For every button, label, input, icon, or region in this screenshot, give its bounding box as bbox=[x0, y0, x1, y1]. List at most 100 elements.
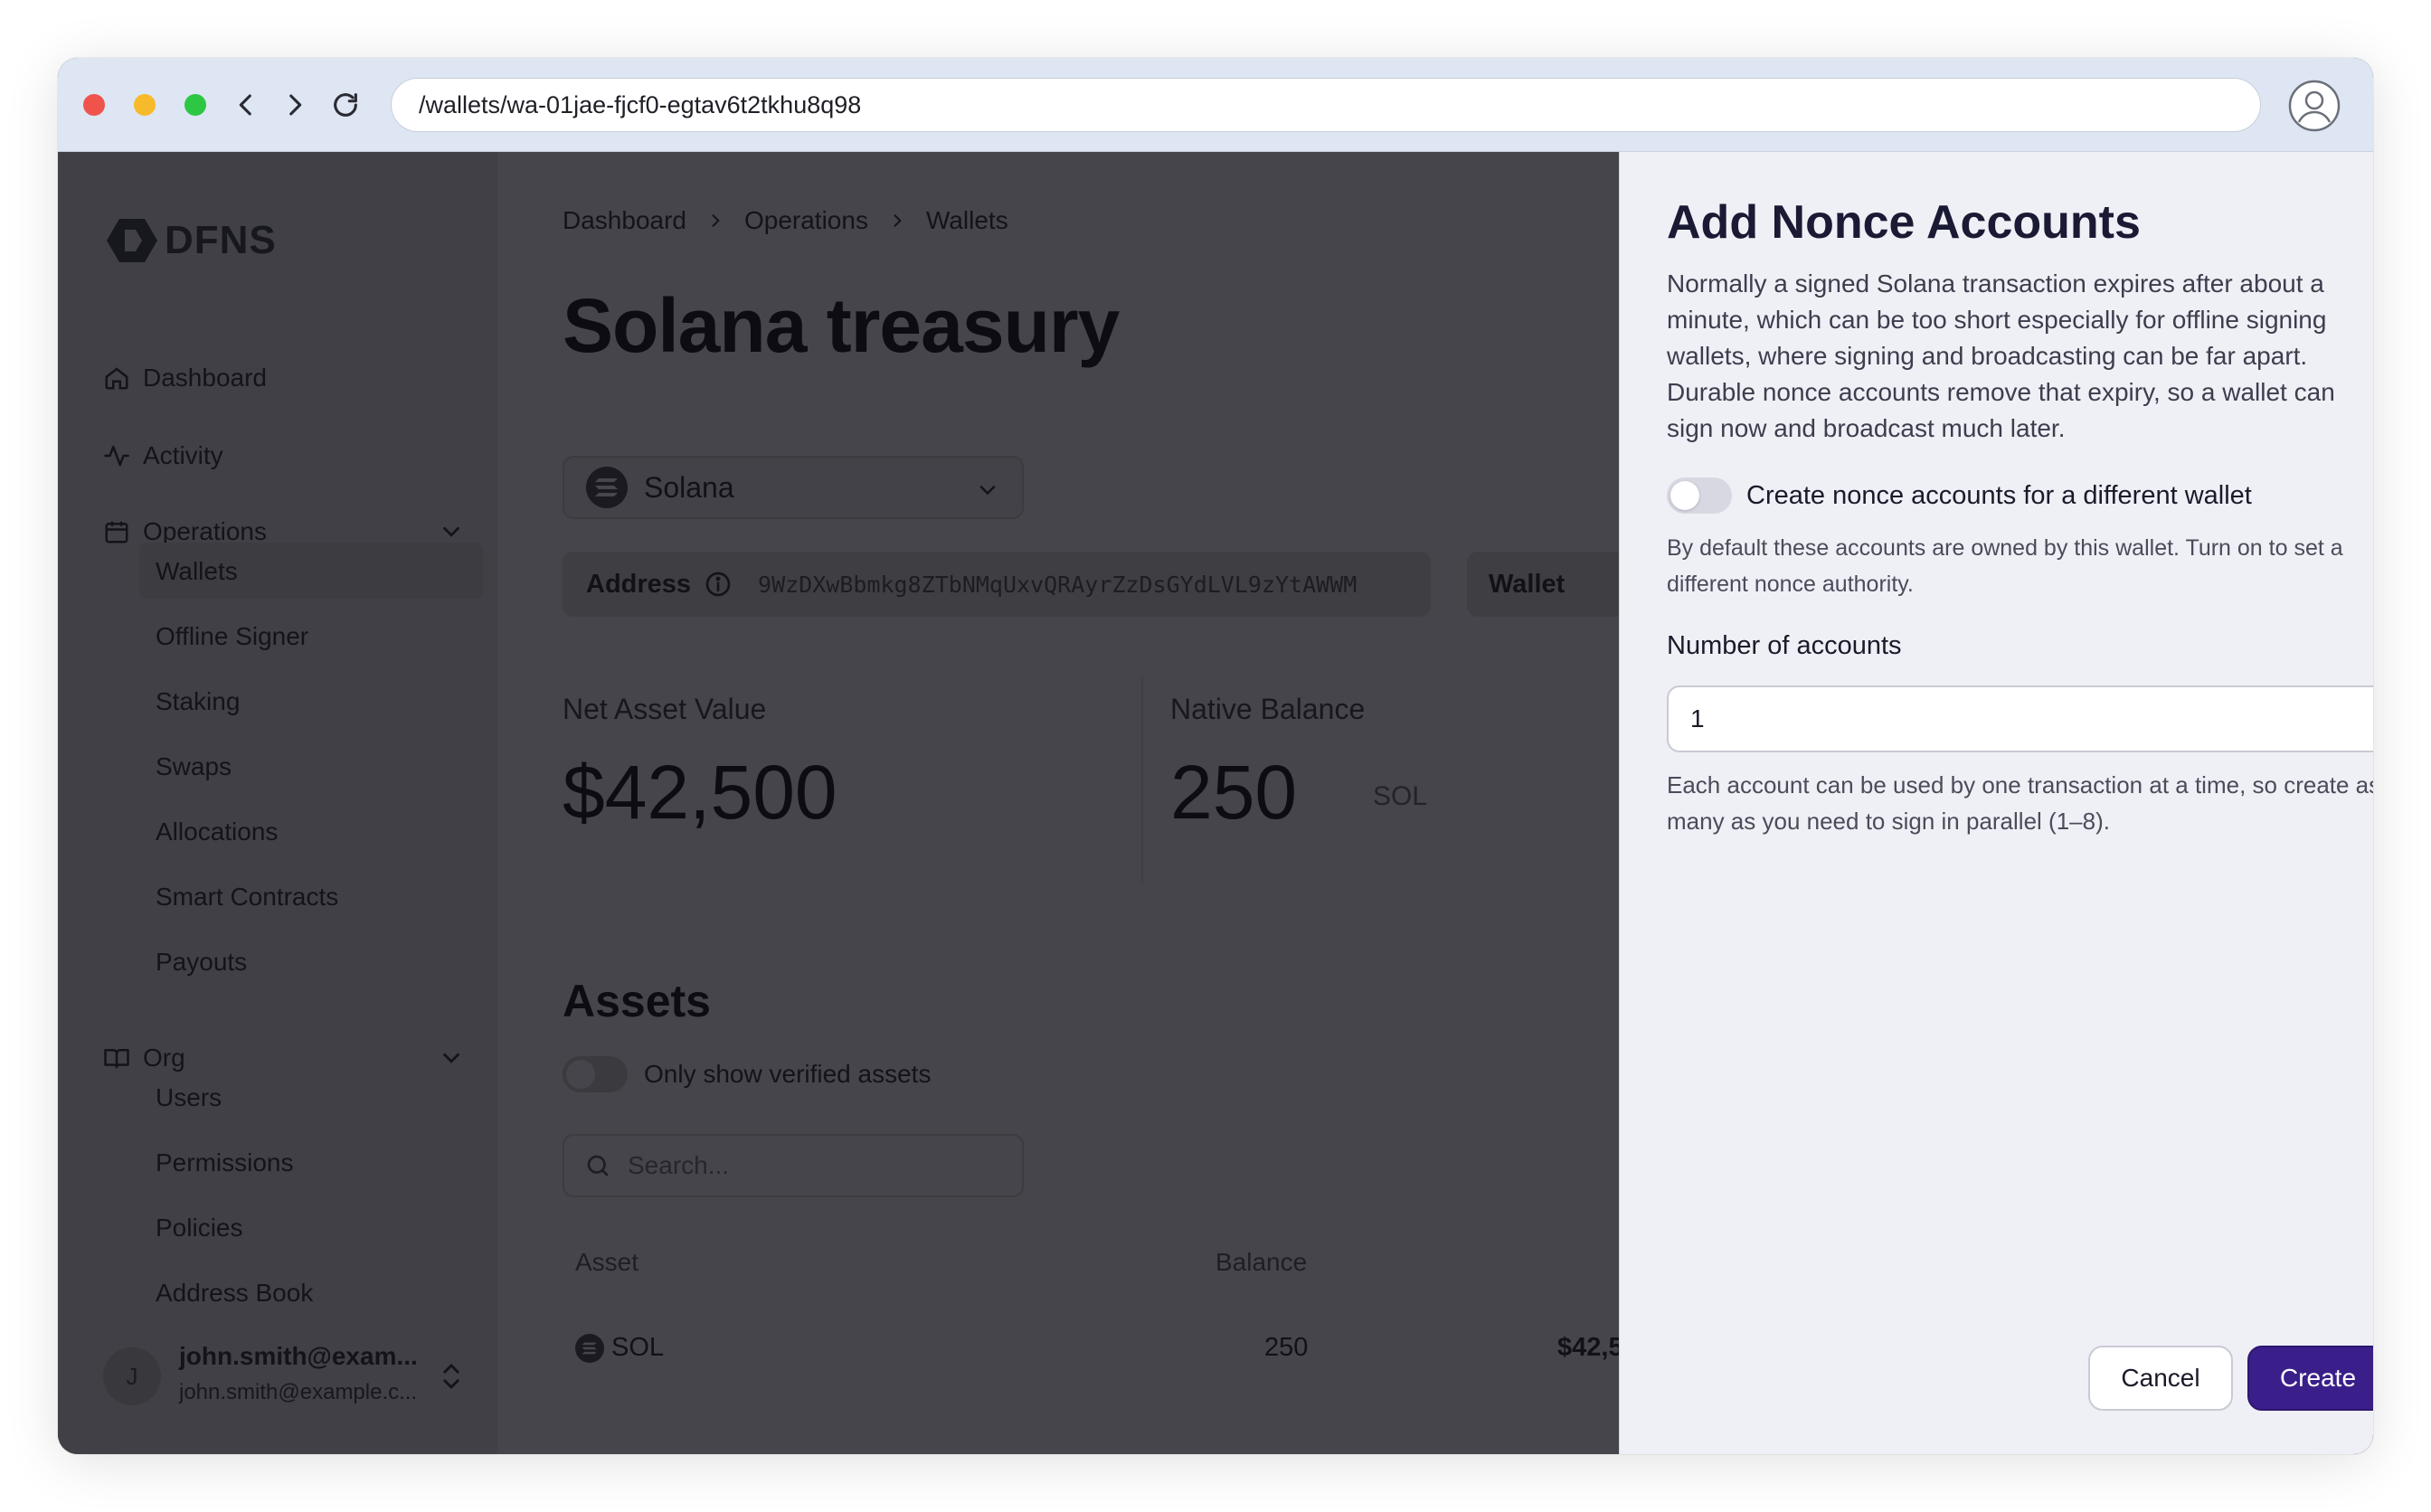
number-of-accounts-label: Number of accounts bbox=[1667, 631, 1902, 660]
chevron-right-icon bbox=[894, 214, 902, 227]
create-button[interactable]: Create bbox=[2247, 1346, 2373, 1411]
window-close-button[interactable] bbox=[83, 94, 105, 116]
drawer-description: Normally a signed Solana transaction exp… bbox=[1667, 269, 2335, 442]
user-name: john.smith@exam... bbox=[179, 1342, 418, 1370]
chevron-left-icon bbox=[239, 94, 251, 116]
sidebar-item-staking[interactable]: Staking bbox=[156, 682, 240, 722]
reload-button[interactable] bbox=[326, 85, 365, 125]
breadcrumb-dashboard[interactable]: Dashboard bbox=[563, 206, 686, 235]
table-cell-balance: 250 bbox=[1264, 1333, 1309, 1362]
address-bar[interactable]: /wallets/wa-01jae-fjcf0-egtav6t2tkhu8q98 bbox=[391, 78, 2261, 132]
activity-icon bbox=[104, 445, 129, 467]
sidebar-item-dashboard[interactable]: Dashboard bbox=[103, 358, 267, 398]
solana-logo-icon bbox=[575, 1333, 604, 1363]
sidebar-item-allocations[interactable]: Allocations bbox=[156, 812, 278, 852]
chevron-right-icon bbox=[289, 94, 302, 116]
sidebar-item-activity[interactable]: Activity bbox=[103, 436, 223, 476]
sidebar-item-wallets[interactable]: Wallets bbox=[156, 552, 238, 591]
url-text: /wallets/wa-01jae-fjcf0-egtav6t2tkhu8q98 bbox=[419, 90, 862, 118]
main-content: Dashboard Operations Wallets Solana trea… bbox=[497, 152, 1619, 1454]
different-wallet-toggle[interactable] bbox=[1667, 477, 1732, 514]
close-button[interactable] bbox=[2367, 177, 2373, 210]
sidebar-item-policies[interactable]: Policies bbox=[156, 1208, 242, 1248]
breadcrumb: Dashboard Operations Wallets bbox=[563, 206, 1008, 235]
column-header-asset[interactable]: Asset bbox=[575, 1248, 638, 1277]
wallet-label: Wallet bbox=[1489, 569, 1565, 599]
page-title: Solana treasury bbox=[563, 283, 1120, 368]
info-icon[interactable] bbox=[704, 570, 733, 599]
sidebar-item-swaps[interactable]: Swaps bbox=[156, 747, 232, 787]
wallet-field[interactable]: Wallet bbox=[1467, 552, 1619, 617]
column-header-balance[interactable]: Balance bbox=[1216, 1248, 1307, 1277]
stat-divider bbox=[1141, 676, 1143, 884]
close-icon bbox=[2371, 182, 2373, 205]
sidebar-item-users[interactable]: Users bbox=[156, 1078, 222, 1118]
sidebar-item-label: Org bbox=[143, 1044, 185, 1072]
logo-text: DFNS bbox=[165, 218, 277, 262]
window-minimize-button[interactable] bbox=[134, 94, 156, 116]
native-balance-value: 250 bbox=[1170, 750, 1298, 835]
network-select-value: Solana bbox=[644, 470, 734, 504]
search-placeholder: Search... bbox=[628, 1151, 730, 1179]
native-balance-unit: SOL bbox=[1373, 781, 1428, 811]
app-body: DFNS Dashboard Activity Operations Walle… bbox=[58, 152, 2373, 1454]
forward-button[interactable] bbox=[275, 85, 315, 125]
user-menu[interactable]: J john.smith@exam... john.smith@example.… bbox=[103, 1337, 483, 1418]
chevron-up-down-icon bbox=[443, 1363, 459, 1390]
sidebar-item-payouts[interactable]: Payouts bbox=[156, 942, 247, 982]
number-of-accounts-input[interactable] bbox=[1667, 685, 2373, 752]
address-value: 9WzDXwBbmkg8ZTbNMqUxvQRAyrZzDsGYdLVL9zYt… bbox=[758, 571, 1357, 598]
sidebar-item-smart-contracts[interactable]: Smart Contracts bbox=[156, 877, 338, 917]
browser-window: /wallets/wa-01jae-fjcf0-egtav6t2tkhu8q98… bbox=[58, 58, 2373, 1454]
calendar-icon bbox=[105, 521, 128, 543]
different-wallet-help-text: By default these accounts are owned by t… bbox=[1667, 535, 2343, 597]
sidebar-item-permissions[interactable]: Permissions bbox=[156, 1143, 293, 1183]
sidebar-item-address-book[interactable]: Address Book bbox=[156, 1273, 313, 1313]
avatar: J bbox=[103, 1347, 161, 1405]
network-select[interactable]: Solana bbox=[563, 456, 1024, 519]
dfns-logo[interactable]: DFNS bbox=[107, 217, 277, 264]
sidebar: DFNS Dashboard Activity Operations Walle… bbox=[58, 152, 497, 1454]
add-nonce-accounts-drawer: Add Nonce Accounts Normally a signed Sol… bbox=[1619, 152, 2373, 1454]
chevron-down-icon bbox=[443, 526, 459, 537]
table-cell-asset[interactable]: SOL bbox=[575, 1333, 664, 1363]
window-maximize-button[interactable] bbox=[184, 94, 206, 116]
dfns-hexagon-icon bbox=[107, 219, 157, 262]
asset-name: SOL bbox=[611, 1333, 665, 1362]
home-icon bbox=[105, 367, 128, 390]
chevron-right-icon bbox=[712, 214, 720, 227]
different-wallet-toggle-label: Create nonce accounts for a different wa… bbox=[1746, 480, 2252, 510]
sidebar-item-label: Dashboard bbox=[143, 364, 267, 392]
chevron-down-icon bbox=[443, 1053, 459, 1063]
verified-assets-toggle[interactable] bbox=[563, 1056, 628, 1092]
sidebar-item-org[interactable]: Org bbox=[103, 1038, 483, 1078]
address-label: Address bbox=[586, 569, 692, 599]
profile-button[interactable] bbox=[2288, 80, 2341, 132]
drawer-title: Add Nonce Accounts bbox=[1667, 196, 2141, 249]
verified-assets-label: Only show verified assets bbox=[644, 1060, 932, 1088]
number-of-accounts-help-text: Each account can be used by one transact… bbox=[1667, 771, 2373, 835]
reload-icon bbox=[334, 93, 357, 117]
assets-title: Assets bbox=[563, 976, 711, 1026]
native-balance-label: Native Balance bbox=[1170, 693, 1366, 725]
sidebar-item-offline-signer[interactable]: Offline Signer bbox=[156, 617, 308, 657]
chevron-down-icon bbox=[979, 486, 996, 496]
toggle-knob bbox=[1670, 481, 1699, 510]
net-asset-value: $42,500 bbox=[563, 750, 837, 835]
breadcrumb-wallets[interactable]: Wallets bbox=[926, 206, 1008, 235]
browser-toolbar: /wallets/wa-01jae-fjcf0-egtav6t2tkhu8q98 bbox=[58, 58, 2373, 152]
book-icon bbox=[104, 1049, 129, 1069]
toggle-knob bbox=[566, 1060, 595, 1089]
cancel-button[interactable]: Cancel bbox=[2088, 1346, 2233, 1411]
asset-search-input[interactable]: Search... bbox=[563, 1134, 1024, 1197]
table-cell-value: $42,5 bbox=[1557, 1333, 1619, 1362]
breadcrumb-operations[interactable]: Operations bbox=[744, 206, 868, 235]
sidebar-item-label: Activity bbox=[143, 441, 223, 469]
user-email: john.smith@example.c... bbox=[179, 1380, 418, 1404]
solana-logo-icon bbox=[586, 467, 628, 508]
user-avatar-icon bbox=[2288, 80, 2341, 132]
back-button[interactable] bbox=[226, 85, 266, 125]
net-asset-value-label: Net Asset Value bbox=[563, 693, 767, 725]
address-field[interactable]: Address 9WzDXwBbmkg8ZTbNMqUxvQRAyrZzDsGY… bbox=[563, 552, 1431, 617]
search-icon bbox=[587, 1155, 609, 1177]
